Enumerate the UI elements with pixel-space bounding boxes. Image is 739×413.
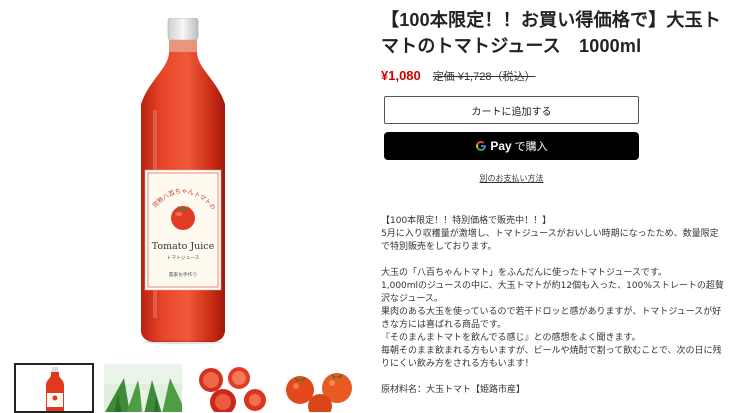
google-g-icon <box>476 141 487 151</box>
google-pay-button[interactable]: Pay で購入 <box>384 132 639 160</box>
bottle-thumbnail-image <box>16 365 92 411</box>
product-info: 【100本限定！！お買い得価格で】大玉トマトのトマトジュース 1000ml ¥1… <box>381 7 731 183</box>
whole-tomatoes-thumbnail-image <box>282 364 360 412</box>
description-line: 大玉の「八百ちゃんトマト」をふんだんに使ったトマトジュースです。 <box>381 268 668 278</box>
description-line: 果肉のある大玉を使っているので若干ドロッと感がありますが、トマトジュースが好きな… <box>381 307 722 330</box>
description-line: 毎朝そのまま飲まれる方もいますが、ビールや焼酎で割って飲むことで、次の日に残りに… <box>381 346 722 369</box>
bottle-label-sub: トマトジュース <box>166 255 199 261</box>
thumbnail-whole-tomatoes[interactable] <box>281 363 361 413</box>
price-row: ¥1,080 定価 ¥1,728（税込） <box>381 68 731 84</box>
google-pay-action: で購入 <box>514 141 548 153</box>
thumbnail-tomato-plants[interactable] <box>103 363 183 413</box>
description-line: 1,000mlのジュースの中に、大玉トマトが約12個も入った、100%ストレート… <box>381 281 724 304</box>
thumbnail-strip <box>14 363 364 413</box>
tomato-juice-bottle-image: 完熟八百ちゃんトマトの Tomato Juice トマトジュース 農家お手作り <box>141 18 225 344</box>
add-to-cart-label: カートに追加する <box>471 106 552 118</box>
tomato-plants-thumbnail-image <box>104 364 182 412</box>
description-line: 【100本限定！！特別価格で販売中！！】 <box>381 216 552 226</box>
other-payment-methods-link[interactable]: 別のお支払い方法 <box>384 173 639 184</box>
sale-price: ¥1,080 <box>381 68 421 83</box>
product-description: 【100本限定！！特別価格で販売中！！】 5月に入り収穫量が激増し、トマトジュー… <box>381 215 726 397</box>
thumbnail-sliced-tomatoes[interactable] <box>192 363 272 413</box>
bottle-label-bottom: 農家お手作り <box>169 271 198 278</box>
product-title: 【100本限定！！お買い得価格で】大玉トマトのトマトジュース 1000ml <box>381 10 722 56</box>
bottle-label-brand: Tomato Juice <box>152 241 215 252</box>
sliced-tomatoes-thumbnail-image <box>193 364 271 412</box>
description-line: 5月に入り収穫量が激増し、トマトジュースがおいしい時期になったため、数量限定で特… <box>381 229 719 252</box>
description-line: 『そのまんまトマトを飲んでる感じ』との感想をよく聞きます。 <box>381 333 641 343</box>
description-line: 原材料名：大玉トマト【姫路市産】 <box>381 385 526 395</box>
regular-price: 定価 ¥1,728（税込） <box>432 71 536 83</box>
product-main-image[interactable]: 完熟八百ちゃんトマトの Tomato Juice トマトジュース 農家お手作り <box>0 0 360 360</box>
google-pay-brand: Pay <box>490 139 512 153</box>
add-to-cart-button[interactable]: カートに追加する <box>384 96 639 124</box>
thumbnail-bottle[interactable] <box>14 363 94 413</box>
